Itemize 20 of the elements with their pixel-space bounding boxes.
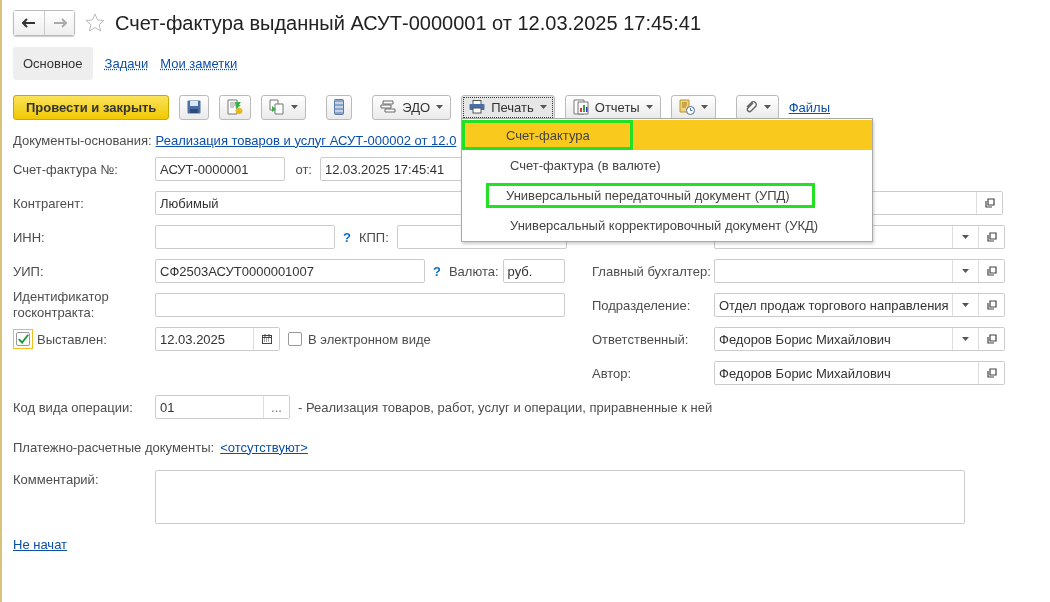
field-label: Код вида операции:	[13, 399, 134, 415]
field-label: Главный бухгалтер:	[592, 263, 712, 279]
field-label: Идентификатор госконтракта:	[13, 289, 110, 321]
field-label: Валюта:	[448, 263, 499, 279]
field-label: КПП:	[358, 229, 389, 245]
field-label: Комментарий:	[13, 472, 100, 487]
field-label: Подразделение:	[592, 297, 692, 313]
field-label: Платежно-расчетные документы:	[13, 439, 215, 455]
field-label: Ответственный:	[592, 331, 690, 347]
window-title: Счет-фактура выданный АСУТ-0000001 от 12.03.2025 17:45:41	[115, 11, 701, 35]
field-label: от:	[295, 161, 312, 177]
field-label: ИНН:	[13, 229, 46, 245]
field-label: Счет-фактура №:	[13, 161, 119, 177]
field-label: УИП:	[13, 263, 45, 279]
field-label: Контрагент:	[13, 195, 85, 211]
operation-description: - Реализация товаров, работ, услуг и операции, приравненные к ней	[298, 399, 713, 415]
field-label: Выставлен:	[37, 331, 107, 347]
checkbox-label: В электронном виде	[308, 331, 431, 347]
field-label: Автор:	[592, 365, 633, 381]
field-label: Документы-основания:	[13, 132, 152, 148]
